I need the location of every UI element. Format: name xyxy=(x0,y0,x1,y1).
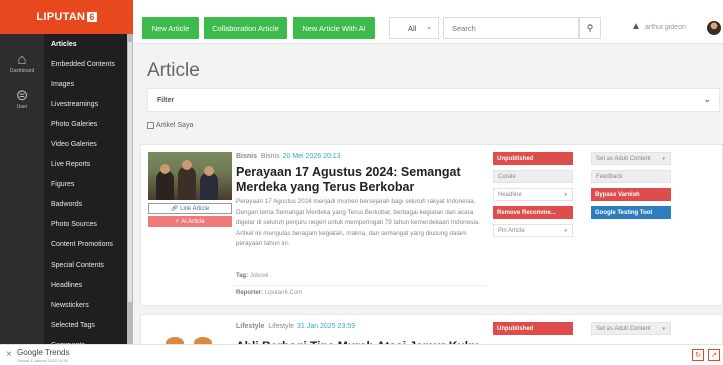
link-article-label: Link Article xyxy=(180,205,210,212)
article-category[interactable]: Lifestyle xyxy=(236,323,264,330)
sidebar-item-figures[interactable]: Figures xyxy=(44,175,127,195)
bell-icon[interactable]: ▲ xyxy=(631,21,641,32)
icon-rail: ⌂ Dashboard ⊜ User xyxy=(0,0,44,365)
rail-user[interactable]: ⊜ User xyxy=(0,87,44,111)
home-icon: ⌂ xyxy=(17,51,27,68)
article-date: 31 Jan 2025 23:59 xyxy=(296,323,355,330)
sidebar-item-photo-galeries[interactable]: Photo Galeries xyxy=(44,114,127,134)
category-select-value: All xyxy=(408,23,417,33)
sidebar-item-selected-tags[interactable]: Selected Tags xyxy=(44,315,127,335)
pin-article-select[interactable]: Pin Article ▾ xyxy=(493,224,573,237)
notification-bar: × Google Trends Sesuai 8 Januari 2025 13… xyxy=(0,344,723,365)
sidebar-item-photo-sources[interactable]: Photo Sources xyxy=(44,215,127,235)
chevron-down-icon: ▾ xyxy=(564,191,567,198)
sidebar-item-content-promotions[interactable]: Content Promotions xyxy=(44,235,127,255)
sidebar-item-headlines[interactable]: Headlines xyxy=(44,275,127,295)
chevron-down-icon: ▾ xyxy=(662,155,665,162)
remove-recommend-button[interactable]: Remove Recomme... xyxy=(493,206,573,219)
pin-article-value: Pin Article xyxy=(498,227,525,234)
sidebar-item-livestreamings[interactable]: Livestreamings xyxy=(44,94,127,114)
brand-logo[interactable]: LIPUTAN 6 xyxy=(0,0,133,34)
status-badge[interactable]: Unpublished xyxy=(493,322,573,335)
chevron-down-icon[interactable]: ⌄ xyxy=(703,94,711,105)
article-date: 20 Mei 2026 20:13 xyxy=(282,153,341,160)
article-category[interactable]: Bisnis xyxy=(236,153,257,160)
sidebar-item-special-contents[interactable]: Special Contents xyxy=(44,255,127,275)
search-button[interactable]: ⚲ xyxy=(579,17,601,39)
sidebar-scrollbar[interactable] xyxy=(127,34,133,344)
article-card: 🔗︎ Link Article ⚡︎ AI Article Bisnis Bis… xyxy=(140,144,723,306)
link-icon: 🔗︎ xyxy=(170,206,181,212)
article-meta: Bisnis Bisnis 20 Mei 2026 20:13 xyxy=(236,153,341,160)
scrollbar-thumb[interactable] xyxy=(128,42,132,302)
sidebar-item-video-galeries[interactable]: Video Galeries xyxy=(44,134,127,154)
tag-value[interactable]: Jokowi xyxy=(250,273,268,279)
sidebar-item-articles[interactable]: Articles xyxy=(44,34,127,54)
notification-subtitle: Sesuai 8 Januari 2025 13:30 xyxy=(17,358,68,363)
article-subcategory[interactable]: Lifestyle xyxy=(268,323,294,330)
feedback-button[interactable]: Feedback xyxy=(591,170,671,183)
sidebar-item-badwords[interactable]: Badwords xyxy=(44,195,127,215)
user-icon: ⊜ xyxy=(15,87,29,104)
divider xyxy=(234,285,486,286)
google-testing-tool-button[interactable]: Google Testing Tool xyxy=(591,206,671,219)
ai-article-button[interactable]: ⚡︎ AI Article xyxy=(148,216,232,227)
checkbox-box[interactable] xyxy=(147,122,154,129)
article-meta: Lifestyle Lifestyle 31 Jan 2025 23:59 xyxy=(236,323,355,330)
category-select[interactable]: All ⌄ xyxy=(389,17,439,39)
curate-button[interactable]: Curate xyxy=(493,170,573,183)
external-link-icon[interactable]: ↗ xyxy=(708,349,720,361)
article-reporter: Reporter: Liputan6.Com xyxy=(236,290,302,296)
rail-dashboard[interactable]: ⌂ Dashboard xyxy=(0,51,44,75)
refresh-icon[interactable]: ↻ xyxy=(692,349,704,361)
article-subcategory[interactable]: Bisnis xyxy=(261,153,280,160)
status-badge[interactable]: Unpublished xyxy=(493,152,573,165)
article-description: Perayaan 17 Agustus 2024 menjadi momen b… xyxy=(236,198,480,247)
brand-badge: 6 xyxy=(87,12,97,22)
sidebar-item-live-reports[interactable]: Live Reports xyxy=(44,155,127,175)
close-icon[interactable]: × xyxy=(6,349,12,360)
article-thumbnail[interactable] xyxy=(148,152,232,200)
sidebar-item-embedded-contents[interactable]: Embedded Contents xyxy=(44,54,127,74)
my-articles-checkbox[interactable]: Artikel Saya xyxy=(147,122,193,129)
new-article-ai-button[interactable]: New Article With AI xyxy=(293,17,375,39)
rail-user-label: User xyxy=(16,104,28,110)
notification-title[interactable]: Google Trends xyxy=(17,348,69,357)
reporter-label: Reporter: xyxy=(236,290,264,296)
filter-panel[interactable]: Filter ⌄ xyxy=(147,88,720,112)
page-title: Article xyxy=(147,60,200,81)
sidebar-item-newstickers[interactable]: Newstickers xyxy=(44,295,127,315)
sidebar-item-images[interactable]: Images xyxy=(44,74,127,94)
search-input[interactable] xyxy=(443,17,579,39)
ai-article-label: AI Article xyxy=(181,218,205,225)
search-icon: ⚲ xyxy=(586,22,594,33)
headline-select-value: Headline xyxy=(498,191,522,198)
tag-label: Tag: xyxy=(236,273,249,279)
sidebar-item-comments[interactable]: Comments xyxy=(44,335,127,344)
username[interactable]: arthur.gideon xyxy=(645,24,686,31)
chevron-down-icon: ⌄ xyxy=(426,24,432,31)
avatar[interactable] xyxy=(707,21,721,35)
my-articles-label: Artikel Saya xyxy=(156,122,194,129)
link-article-button[interactable]: 🔗︎ Link Article xyxy=(148,203,232,214)
collaboration-article-button[interactable]: Collaboration Article xyxy=(204,17,287,39)
rail-dashboard-label: Dashboard xyxy=(9,68,35,74)
top-toolbar: New Article Collaboration Article New Ar… xyxy=(133,0,723,44)
sidebar-menu: Articles Embedded Contents Images Livest… xyxy=(44,34,127,344)
article-title[interactable]: Perayaan 17 Agustus 2024: Semangat Merde… xyxy=(236,165,486,195)
article-tag: Tag: Jokowi xyxy=(236,273,268,279)
bypass-varnish-button[interactable]: Bypass Varnish xyxy=(591,188,671,201)
filter-label: Filter xyxy=(157,97,175,104)
reporter-value: Liputan6.Com xyxy=(264,290,303,296)
adult-content-value: Set as Adult Content xyxy=(596,155,651,162)
new-article-button[interactable]: New Article xyxy=(142,17,199,39)
headline-select[interactable]: Headline ▾ xyxy=(493,188,573,201)
brand-name: LIPUTAN xyxy=(36,11,86,23)
adult-content-value: Set as Adult Content xyxy=(596,325,651,332)
adult-content-select[interactable]: Set as Adult Content ▾ xyxy=(591,152,671,165)
chevron-down-icon: ▾ xyxy=(564,227,567,234)
chevron-down-icon: ▾ xyxy=(662,325,665,332)
adult-content-select[interactable]: Set as Adult Content ▾ xyxy=(591,322,671,335)
